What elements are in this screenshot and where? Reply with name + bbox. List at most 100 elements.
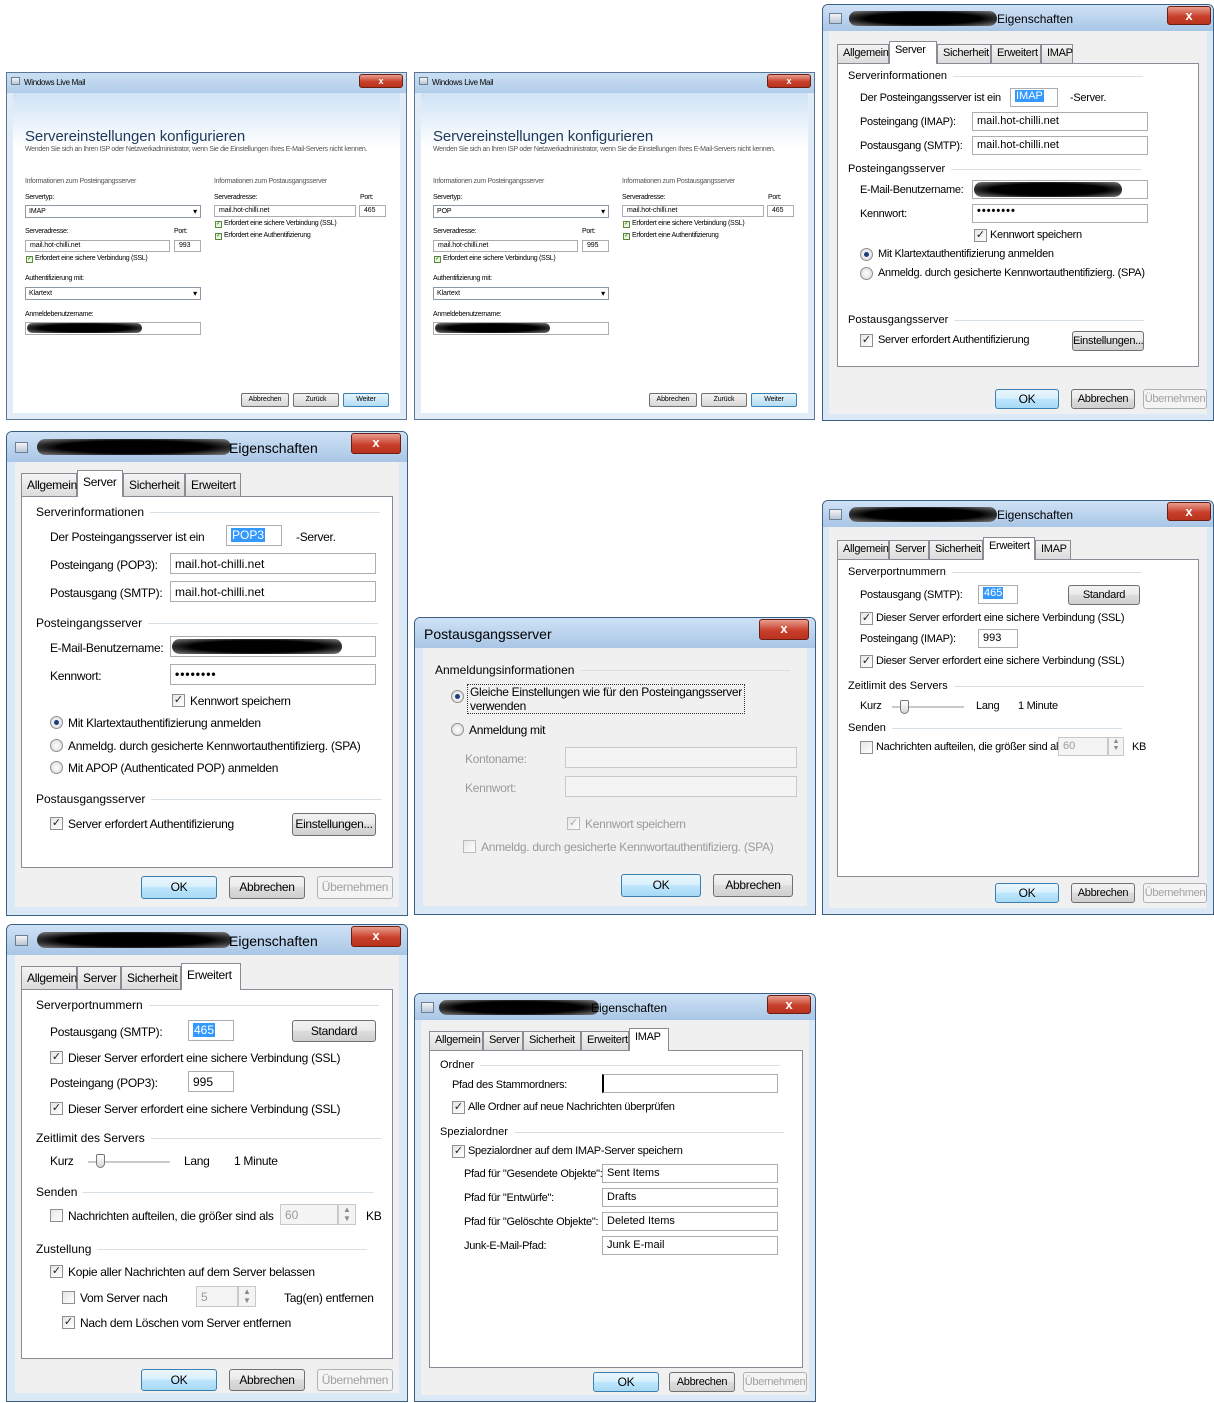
cancel-button[interactable]: Abbrechen [713,874,793,897]
out-ssl-checkbox[interactable]: ✓ [215,221,222,228]
tab-advanced[interactable]: Erweitert [991,44,1041,63]
split-checkbox[interactable] [50,1209,63,1222]
close-button[interactable]: x [759,619,809,640]
ssl-in-checkbox[interactable]: ✓ [860,655,873,668]
out-port-field[interactable]: 465 [978,585,1018,604]
tab-general[interactable]: Allgemein [21,473,77,496]
next-button[interactable]: Weiter [343,393,389,407]
tab-security[interactable]: Sicherheit [929,540,983,559]
timeout-slider-thumb[interactable] [900,700,909,714]
tab-server[interactable]: Server [77,470,123,497]
ok-button[interactable]: OK [141,876,217,899]
out-server-input[interactable]: mail.hot-chilli.net [170,581,376,602]
servertype-select[interactable]: POP [433,205,609,218]
save-password-checkbox[interactable]: ✓ [974,229,987,242]
ok-button[interactable]: OK [995,389,1059,409]
close-button[interactable]: x [1167,502,1211,521]
password-input[interactable]: •••••••• [170,664,376,685]
sent-path-input[interactable]: Sent Items [602,1164,778,1183]
tab-advanced[interactable]: Erweitert [185,473,241,496]
split-size-spinner[interactable]: ▲ ▼ [338,1204,356,1225]
standard-button[interactable]: Standard [292,1020,376,1042]
cancel-button[interactable]: Abbrechen [229,1369,305,1391]
in-addr-input[interactable]: mail.hot-chilli.net [433,240,578,252]
split-size-input[interactable]: 60 [280,1204,338,1225]
out-auth-checkbox[interactable]: ✓ [215,233,222,240]
out-addr-input[interactable]: mail.hot-chilli.net [214,205,356,217]
in-server-input[interactable]: mail.hot-chilli.net [972,112,1148,131]
out-ssl-checkbox[interactable]: ✓ [623,221,630,228]
keep-copy-checkbox[interactable]: ✓ [50,1265,63,1278]
out-auth-checkbox[interactable]: ✓ [50,817,63,830]
servertype-select[interactable]: IMAP [25,205,201,218]
tab-security[interactable]: Sicherheit [523,1031,581,1050]
in-port-input[interactable]: 993 [174,240,201,252]
spa-radio[interactable] [50,739,63,752]
apply-button[interactable]: Übernehmen [1143,389,1207,409]
next-button[interactable]: Weiter [751,393,797,407]
apply-button[interactable]: Übernehmen [317,1369,393,1391]
cancel-button[interactable]: Abbrechen [229,876,305,899]
out-server-input[interactable]: mail.hot-chilli.net [972,136,1148,155]
remove-days-spinner[interactable]: ▲ ▼ [238,1286,256,1307]
in-port-input[interactable]: 995 [188,1071,234,1092]
tab-imap[interactable]: IMAP [1035,540,1071,559]
in-port-input[interactable]: 993 [978,629,1018,648]
close-button[interactable]: x [351,926,401,947]
remove-after-checkbox[interactable] [62,1291,75,1304]
out-port-input[interactable]: 465 [767,205,794,217]
tab-general[interactable]: Allgemein [837,44,889,63]
close-button[interactable]: x [351,433,401,454]
ok-button[interactable]: OK [995,883,1059,903]
save-password-checkbox[interactable]: ✓ [172,694,185,707]
spa-checkbox[interactable] [463,840,476,853]
in-type-field[interactable]: POP3 [226,525,282,546]
root-path-input[interactable] [602,1074,778,1093]
same-settings-radio[interactable] [451,690,464,703]
split-size-spinner[interactable]: ▲ ▼ [1108,737,1124,756]
tab-server[interactable]: Server [483,1031,523,1050]
in-server-input[interactable]: mail.hot-chilli.net [170,553,376,574]
apply-button[interactable]: Übernehmen [743,1372,807,1392]
tab-imap[interactable]: IMAP [629,1028,669,1051]
plaintext-radio[interactable] [50,716,63,729]
tab-general[interactable]: Allgemein [837,540,889,559]
ssl-in-checkbox[interactable]: ✓ [50,1102,63,1115]
out-port-input[interactable]: 465 [359,205,386,217]
split-checkbox[interactable] [860,741,873,754]
tab-server[interactable]: Server [889,41,937,64]
tab-security[interactable]: Sicherheit [937,44,991,63]
ssl-out-checkbox[interactable]: ✓ [860,612,873,625]
save-password-checkbox[interactable]: ✓ [567,817,580,830]
tab-general[interactable]: Allgemein [21,966,77,989]
settings-button[interactable]: Einstellungen... [292,813,376,836]
auth-select[interactable]: Klartext [433,287,609,300]
in-ssl-checkbox[interactable]: ✓ [26,256,33,263]
tab-security[interactable]: Sicherheit [123,473,185,496]
ok-button[interactable]: OK [593,1372,659,1392]
out-auth-checkbox[interactable]: ✓ [860,334,873,347]
back-button[interactable]: Zurück [701,393,747,407]
out-addr-input[interactable]: mail.hot-chilli.net [622,205,764,217]
back-button[interactable]: Zurück [293,393,339,407]
out-port-field[interactable]: 465 [188,1020,234,1041]
in-addr-input[interactable]: mail.hot-chilli.net [25,240,170,252]
tab-imap[interactable]: IMAP [1041,44,1073,63]
plaintext-radio[interactable] [860,248,873,261]
cancel-button[interactable]: Abbrechen [1071,389,1135,409]
ok-button[interactable]: OK [141,1369,217,1391]
auth-select[interactable]: Klartext [25,287,201,300]
tab-advanced[interactable]: Erweitert [181,963,241,990]
standard-button[interactable]: Standard [1068,585,1140,605]
drafts-path-input[interactable]: Drafts [602,1188,778,1207]
account-name-input[interactable] [565,747,797,768]
password-input[interactable]: •••••••• [972,204,1148,223]
store-special-checkbox[interactable]: ✓ [452,1145,465,1158]
apply-button[interactable]: Übernehmen [1143,883,1207,903]
cancel-button[interactable]: Abbrechen [1071,883,1135,903]
tab-security[interactable]: Sicherheit [121,966,181,989]
remove-days-input[interactable]: 5 [196,1286,238,1307]
spa-radio[interactable] [860,267,873,280]
in-port-input[interactable]: 995 [582,240,609,252]
ok-button[interactable]: OK [621,874,701,897]
